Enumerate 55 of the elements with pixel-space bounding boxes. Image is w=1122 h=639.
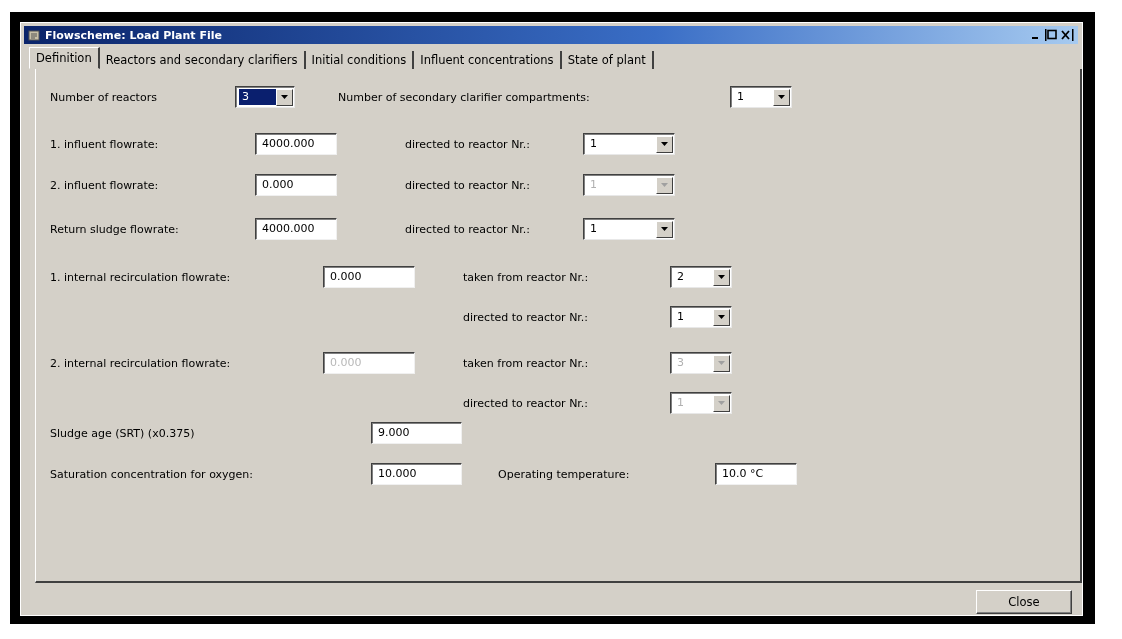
tab[interactable]: Definition: [29, 47, 100, 69]
dropdown-button[interactable]: [773, 88, 790, 106]
dropdown-button[interactable]: [276, 88, 293, 106]
field-label: Number of secondary clarifier compartments:: [338, 90, 591, 104]
field-label: taken from reactor Nr.:: [463, 270, 590, 284]
input-field[interactable]: 0.000: [255, 174, 337, 196]
field-label: Number of reactors: [50, 90, 158, 104]
field-label: directed to reactor Nr.:: [463, 396, 590, 410]
field-label: directed to reactor Nr.:: [405, 178, 532, 192]
caret-icon: [661, 142, 668, 146]
tab[interactable]: State of plant: [561, 51, 654, 69]
dropdown[interactable]: 1: [583, 133, 675, 155]
field-label: directed to reactor Nr.:: [463, 310, 590, 324]
field-label: taken from reactor Nr.:: [463, 356, 590, 370]
dropdown[interactable]: 1: [583, 218, 675, 240]
dropdown[interactable]: 1: [670, 306, 732, 328]
caret-icon: [281, 95, 288, 99]
input-field[interactable]: 10.000: [371, 463, 462, 485]
dropdown-button[interactable]: [713, 268, 730, 286]
field-label: Saturation concentration for oxygen:: [50, 467, 254, 481]
dropdown[interactable]: 2: [670, 266, 732, 288]
tab[interactable]: Initial conditions: [305, 51, 415, 69]
dropdown[interactable]: 1: [730, 86, 792, 108]
tab[interactable]: Reactors and secondary clarifiers: [99, 51, 306, 69]
field-label: 2. internal recirculation flowrate:: [50, 356, 232, 370]
caret-icon: [661, 183, 668, 187]
field-label: Return sludge flowrate:: [50, 222, 180, 236]
caret-icon: [661, 227, 668, 231]
close-icon[interactable]: [1060, 29, 1074, 41]
caret-icon: [718, 275, 725, 279]
field-label: Operating temperature:: [498, 467, 631, 481]
window-title: Flowscheme: Load Plant File: [45, 28, 222, 42]
field-label: Sludge age (SRT) (x0.375): [50, 426, 196, 440]
input-field[interactable]: 4000.000: [255, 218, 337, 240]
caret-icon: [718, 361, 725, 365]
input-field[interactable]: 10.0 °C: [715, 463, 797, 485]
field-label: directed to reactor Nr.:: [405, 137, 532, 151]
tab[interactable]: Influent concentrations: [414, 51, 562, 69]
dropdown-button[interactable]: [656, 220, 673, 238]
dropdown[interactable]: 3: [235, 86, 295, 108]
field-label: 1. influent flowrate:: [50, 137, 160, 151]
maximize-icon[interactable]: [1044, 29, 1058, 41]
dropdown-button[interactable]: [713, 308, 730, 326]
caret-icon: [718, 315, 725, 319]
field-label: 1. internal recirculation flowrate:: [50, 270, 232, 284]
field-label: directed to reactor Nr.:: [405, 222, 532, 236]
dropdown-button[interactable]: [656, 135, 673, 153]
input-field[interactable]: 4000.000: [255, 133, 337, 155]
input-field[interactable]: 9.000: [371, 422, 462, 444]
caret-icon: [718, 401, 725, 405]
window-icon: [28, 29, 40, 41]
input-field[interactable]: 0.000: [323, 266, 415, 288]
field-label: 2. influent flowrate:: [50, 178, 160, 192]
caret-icon: [778, 95, 785, 99]
close-button[interactable]: Close: [976, 590, 1072, 614]
